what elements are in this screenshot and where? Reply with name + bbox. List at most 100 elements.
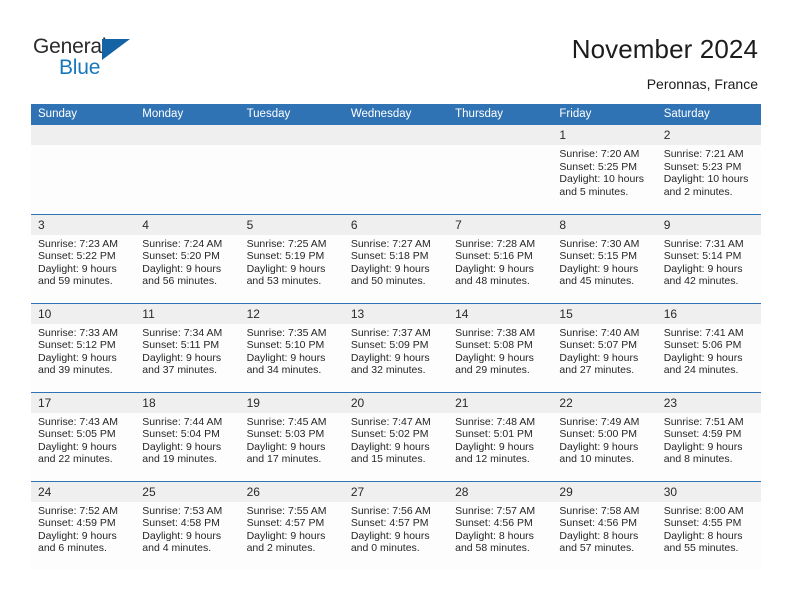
day-number: 5 — [239, 214, 344, 235]
day-cell-inner: 8 Sunrise: 7:30 AM Sunset: 5:15 PM Daylight… — [552, 214, 657, 303]
calendar-day-cell-empty[interactable] — [31, 125, 136, 214]
day-number: 16 — [656, 303, 761, 324]
calendar-day-cell[interactable]: 2 Sunrise: 7:21 AM Sunset: 5:23 PM Daylight… — [656, 125, 761, 214]
sunset-text: Sunset: 5:03 PM — [246, 428, 325, 441]
daylight-text-line2: and 0 minutes. — [350, 542, 420, 555]
calendar-day-cell[interactable]: 10 Sunrise: 7:33 AM Sunset: 5:12 PM Dayligh… — [31, 302, 136, 392]
calendar-day-cell[interactable]: 30 Sunrise: 8:00 AM Sunset: 4:55 PM Dayligh… — [656, 480, 761, 570]
calendar-header-row: Sunday Monday Tuesday Wednesday Thursday… — [31, 104, 761, 125]
day-cell-inner: 7 Sunrise: 7:28 AM Sunset: 5:16 PM Daylight… — [448, 214, 553, 303]
calendar-day-cell[interactable]: 11 Sunrise: 7:34 AM Sunset: 5:11 PM Dayligh… — [135, 302, 240, 392]
calendar-day-cell[interactable]: 25 Sunrise: 7:53 AM Sunset: 4:58 PM Dayligh… — [135, 480, 240, 570]
calendar-day-cell[interactable]: 13 Sunrise: 7:37 AM Sunset: 5:09 PM Dayligh… — [343, 302, 449, 392]
day-number: 15 — [552, 303, 657, 324]
calendar-day-cell[interactable]: 23 Sunrise: 7:51 AM Sunset: 4:59 PM Dayligh… — [656, 391, 761, 481]
calendar-day-cell-empty[interactable] — [343, 125, 449, 214]
daylight-text-line1: Daylight: 9 hours — [559, 440, 639, 453]
daylight-text-line1: Daylight: 9 hours — [559, 262, 639, 275]
calendar-day-cell[interactable]: 28 Sunrise: 7:57 AM Sunset: 4:56 PM Dayligh… — [448, 480, 553, 570]
calendar-day-cell-empty[interactable] — [239, 125, 344, 214]
weekday-header-thursday: Thursday — [448, 104, 553, 125]
calendar-day-cell[interactable]: 20 Sunrise: 7:47 AM Sunset: 5:02 PM Dayligh… — [343, 391, 449, 481]
calendar-week-row: 10 Sunrise: 7:33 AM Sunset: 5:12 PM Dayligh… — [31, 302, 761, 392]
calendar-day-cell[interactable]: 15 Sunrise: 7:40 AM Sunset: 5:07 PM Dayligh… — [552, 302, 657, 392]
sunrise-text: Sunrise: 7:24 AM — [142, 237, 223, 250]
day-sun-details: Sunrise: 7:51 AM Sunset: 4:59 PM Daylight:… — [657, 413, 761, 466]
general-blue-logo[interactable]: General Blue — [33, 36, 213, 86]
calendar-day-cell[interactable]: 6 Sunrise: 7:27 AM Sunset: 5:18 PM Daylight… — [343, 213, 449, 303]
calendar-day-cell[interactable]: 7 Sunrise: 7:28 AM Sunset: 5:16 PM Daylight… — [448, 213, 553, 303]
daylight-text-line1: Daylight: 9 hours — [38, 529, 117, 542]
daylight-text-line1: Daylight: 9 hours — [663, 262, 743, 275]
calendar-day-cell[interactable]: 9 Sunrise: 7:31 AM Sunset: 5:14 PM Daylight… — [656, 213, 761, 303]
daylight-text-line1: Daylight: 9 hours — [350, 440, 430, 453]
day-number: 22 — [552, 392, 657, 413]
daylight-text-line1: Daylight: 9 hours — [142, 262, 222, 275]
sunrise-text: Sunrise: 7:49 AM — [559, 415, 640, 428]
calendar-day-cell[interactable]: 18 Sunrise: 7:44 AM Sunset: 5:04 PM Dayligh… — [135, 391, 240, 481]
sunrise-text: Sunrise: 7:35 AM — [246, 326, 327, 339]
daylight-text-line1: Daylight: 9 hours — [663, 351, 743, 364]
day-cell-inner: 26 Sunrise: 7:55 AM Sunset: 4:57 PM Dayligh… — [239, 481, 344, 570]
calendar-day-cell[interactable]: 24 Sunrise: 7:52 AM Sunset: 4:59 PM Dayligh… — [31, 480, 136, 570]
daylight-text-line1: Daylight: 9 hours — [246, 262, 326, 275]
day-sun-details: Sunrise: 7:28 AM Sunset: 5:16 PM Daylight:… — [448, 235, 552, 288]
daylight-text-line1: Daylight: 9 hours — [142, 529, 222, 542]
daylight-text-line1: Daylight: 10 hours — [559, 173, 645, 186]
calendar-day-cell[interactable]: 22 Sunrise: 7:49 AM Sunset: 5:00 PM Dayligh… — [552, 391, 657, 481]
daylight-text-line2: and 29 minutes. — [455, 364, 530, 377]
day-sun-details: Sunrise: 7:52 AM Sunset: 4:59 PM Daylight:… — [31, 502, 135, 555]
calendar-day-cell[interactable]: 16 Sunrise: 7:41 AM Sunset: 5:06 PM Dayligh… — [656, 302, 761, 392]
day-sun-details: Sunrise: 7:44 AM Sunset: 5:04 PM Daylight:… — [135, 413, 239, 466]
day-number: 20 — [343, 392, 449, 413]
calendar-day-cell[interactable]: 5 Sunrise: 7:25 AM Sunset: 5:19 PM Daylight… — [239, 213, 344, 303]
sunrise-text: Sunrise: 7:41 AM — [663, 326, 744, 339]
calendar-day-cell[interactable]: 21 Sunrise: 7:48 AM Sunset: 5:01 PM Dayligh… — [448, 391, 553, 481]
daylight-text-line2: and 12 minutes. — [455, 453, 530, 466]
daylight-text-line2: and 55 minutes. — [663, 542, 739, 555]
daylight-text-line2: and 4 minutes. — [142, 542, 212, 555]
calendar-day-cell[interactable]: 4 Sunrise: 7:24 AM Sunset: 5:20 PM Daylight… — [135, 213, 240, 303]
calendar-day-cell[interactable]: 19 Sunrise: 7:45 AM Sunset: 5:03 PM Dayligh… — [239, 391, 344, 481]
calendar-day-cell[interactable]: 3 Sunrise: 7:23 AM Sunset: 5:22 PM Daylight… — [31, 213, 136, 303]
sunrise-text: Sunrise: 7:37 AM — [350, 326, 431, 339]
weekday-header-sunday: Sunday — [31, 104, 136, 125]
day-number: 24 — [31, 481, 136, 502]
sunrise-text: Sunrise: 8:00 AM — [663, 504, 744, 517]
calendar-grid: Sunday Monday Tuesday Wednesday Thursday… — [31, 104, 761, 570]
calendar-day-cell[interactable]: 17 Sunrise: 7:43 AM Sunset: 5:05 PM Dayligh… — [31, 391, 136, 481]
day-number: 21 — [448, 392, 553, 413]
day-cell-inner: 11 Sunrise: 7:34 AM Sunset: 5:11 PM Dayligh… — [135, 303, 240, 392]
sunset-text: Sunset: 4:57 PM — [246, 517, 325, 530]
sunset-text: Sunset: 4:56 PM — [559, 517, 638, 530]
daylight-text-line1: Daylight: 8 hours — [559, 529, 639, 542]
day-sun-details: Sunrise: 7:33 AM Sunset: 5:12 PM Daylight:… — [31, 324, 135, 377]
calendar-day-cell[interactable]: 26 Sunrise: 7:55 AM Sunset: 4:57 PM Dayligh… — [239, 480, 344, 570]
sunset-text: Sunset: 5:15 PM — [559, 250, 638, 263]
daylight-text-line1: Daylight: 9 hours — [38, 262, 117, 275]
calendar-day-cell-empty[interactable] — [135, 125, 240, 214]
calendar-container: Sunday Monday Tuesday Wednesday Thursday… — [31, 104, 761, 570]
sunset-text: Sunset: 4:59 PM — [38, 517, 116, 530]
logo-text-blue: Blue — [59, 56, 101, 79]
calendar-day-cell-empty[interactable] — [448, 125, 553, 214]
day-cell-inner: 22 Sunrise: 7:49 AM Sunset: 5:00 PM Dayligh… — [552, 392, 657, 481]
day-sun-details: Sunrise: 7:34 AM Sunset: 5:11 PM Daylight:… — [135, 324, 239, 377]
day-number: 12 — [239, 303, 344, 324]
day-number: 28 — [448, 481, 553, 502]
calendar-day-cell[interactable]: 29 Sunrise: 7:58 AM Sunset: 4:56 PM Dayligh… — [552, 480, 657, 570]
calendar-day-cell[interactable]: 1 Sunrise: 7:20 AM Sunset: 5:25 PM Daylight… — [552, 125, 657, 214]
calendar-day-cell[interactable]: 12 Sunrise: 7:35 AM Sunset: 5:10 PM Dayligh… — [239, 302, 344, 392]
sunrise-text: Sunrise: 7:34 AM — [142, 326, 223, 339]
calendar-day-cell[interactable]: 8 Sunrise: 7:30 AM Sunset: 5:15 PM Daylight… — [552, 213, 657, 303]
sunset-text: Sunset: 5:19 PM — [246, 250, 325, 263]
calendar-day-cell[interactable]: 14 Sunrise: 7:38 AM Sunset: 5:08 PM Dayligh… — [448, 302, 553, 392]
daylight-text-line2: and 5 minutes. — [559, 185, 629, 198]
day-cell-inner: 17 Sunrise: 7:43 AM Sunset: 5:05 PM Dayligh… — [31, 392, 136, 481]
daylight-text-line1: Daylight: 10 hours — [663, 173, 749, 186]
sunrise-text: Sunrise: 7:28 AM — [455, 237, 536, 250]
daylight-text-line1: Daylight: 9 hours — [455, 262, 534, 275]
calendar-day-cell[interactable]: 27 Sunrise: 7:56 AM Sunset: 4:57 PM Dayligh… — [343, 480, 449, 570]
day-number: 27 — [343, 481, 449, 502]
daylight-text-line2: and 53 minutes. — [246, 275, 322, 288]
